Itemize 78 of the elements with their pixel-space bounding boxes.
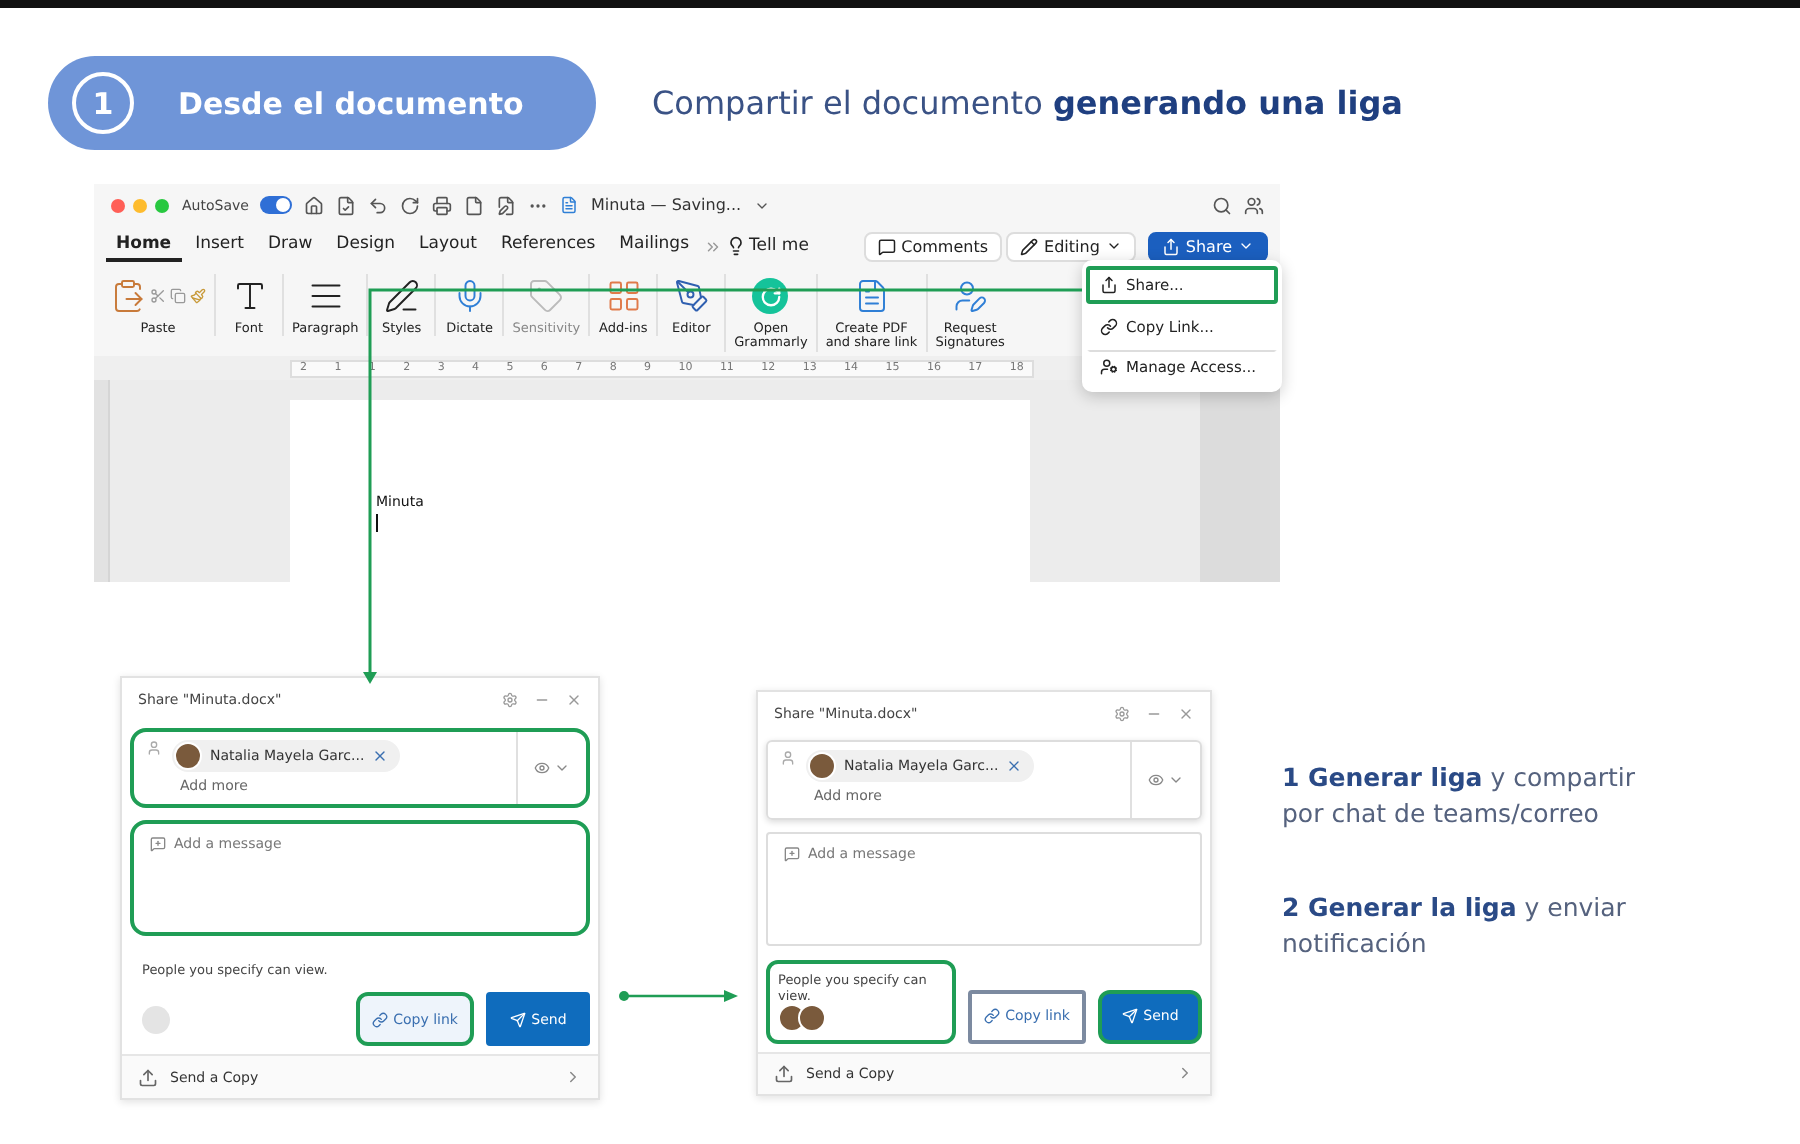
upload-icon <box>138 1067 158 1087</box>
editing-button[interactable]: Editing <box>1006 231 1136 261</box>
undo-icon[interactable] <box>368 195 389 215</box>
connector-arrow <box>618 986 738 1006</box>
chevron-right-icon <box>1176 1064 1194 1083</box>
remove-icon[interactable] <box>372 748 389 764</box>
printer-icon[interactable] <box>432 195 453 215</box>
pen-icon <box>673 278 710 314</box>
people-icon[interactable] <box>1244 195 1264 215</box>
clipboard-icon <box>110 278 146 314</box>
text-cursor <box>376 514 378 532</box>
comment-icon <box>877 237 896 255</box>
upload-icon <box>774 1063 794 1084</box>
step-note: 1 Generar liga y compartir por chat de teams/correo <box>1282 760 1638 830</box>
chevron-down-icon <box>554 760 570 776</box>
search-icon[interactable] <box>1212 195 1232 215</box>
eye-icon <box>1148 772 1164 789</box>
ribbon-tab[interactable]: Layout <box>409 230 487 262</box>
close-icon[interactable] <box>566 692 582 708</box>
send-icon <box>1121 1008 1138 1024</box>
step-number: 1 <box>72 72 134 134</box>
settings-icon[interactable] <box>1114 705 1130 722</box>
share-button[interactable]: Share <box>1147 231 1268 261</box>
signature-icon <box>952 278 989 314</box>
copy-icon <box>170 288 186 304</box>
message-icon <box>150 836 166 852</box>
avatar <box>174 742 202 770</box>
ribbon-tab[interactable]: Draw <box>257 230 323 262</box>
people-icon <box>1100 358 1118 376</box>
styles-icon <box>383 278 420 314</box>
ribbon-tab[interactable]: Mailings <box>609 230 700 262</box>
share-icon <box>1161 237 1180 255</box>
grid-icon <box>605 278 642 314</box>
eye-icon <box>534 760 550 776</box>
person-icon <box>146 740 162 756</box>
avatar-placeholder <box>142 1006 170 1034</box>
pdf-icon <box>853 278 890 314</box>
ribbon-tab[interactable]: Design <box>326 230 406 262</box>
grammarly-icon <box>752 278 789 314</box>
save-icon[interactable] <box>336 195 357 215</box>
ribbon-tab[interactable]: References <box>490 230 606 262</box>
link-icon <box>371 1011 388 1027</box>
chevron-right-icon <box>564 1068 582 1086</box>
ribbon-tab[interactable]: Insert <box>185 230 254 262</box>
chevron-down-icon <box>1238 238 1254 254</box>
settings-icon[interactable] <box>502 692 518 708</box>
link-icon <box>983 1008 1000 1024</box>
step-note: 2 Generar la liga y enviar notificación <box>1282 890 1628 960</box>
link-icon <box>1100 318 1118 336</box>
document-title: Minuta — Saving... <box>590 196 742 214</box>
avatar <box>808 752 836 781</box>
tell-me-search[interactable]: Tell me <box>749 236 809 256</box>
share-icon <box>1100 276 1118 294</box>
comments-button[interactable]: Comments <box>863 231 1003 261</box>
brush-icon <box>190 288 206 304</box>
document-icon[interactable] <box>464 195 485 215</box>
scissors-icon <box>150 288 166 304</box>
redo-icon[interactable] <box>400 195 421 215</box>
tag-icon <box>528 278 565 314</box>
chevron-down-icon <box>1105 238 1122 254</box>
window-controls-icon[interactable] <box>110 197 170 213</box>
pencil-icon <box>1020 237 1039 255</box>
word-document-icon <box>560 196 579 214</box>
close-icon[interactable] <box>1178 705 1194 722</box>
message-icon <box>784 845 800 862</box>
avatar <box>798 1003 826 1031</box>
more-tabs-icon[interactable] <box>703 237 722 255</box>
step-title: Desde el documento <box>178 85 524 121</box>
lightbulb-icon <box>725 236 746 256</box>
font-icon <box>231 278 267 314</box>
home-icon[interactable] <box>304 195 325 215</box>
autosave-toggle[interactable] <box>260 196 293 214</box>
remove-icon[interactable] <box>1006 758 1023 775</box>
ribbon-tab[interactable]: Home <box>106 230 182 262</box>
person-icon <box>780 750 796 767</box>
edit-document-icon[interactable] <box>496 195 517 215</box>
send-icon <box>509 1011 526 1027</box>
slide-heading: Compartir el documento generando una liga <box>652 84 1403 122</box>
